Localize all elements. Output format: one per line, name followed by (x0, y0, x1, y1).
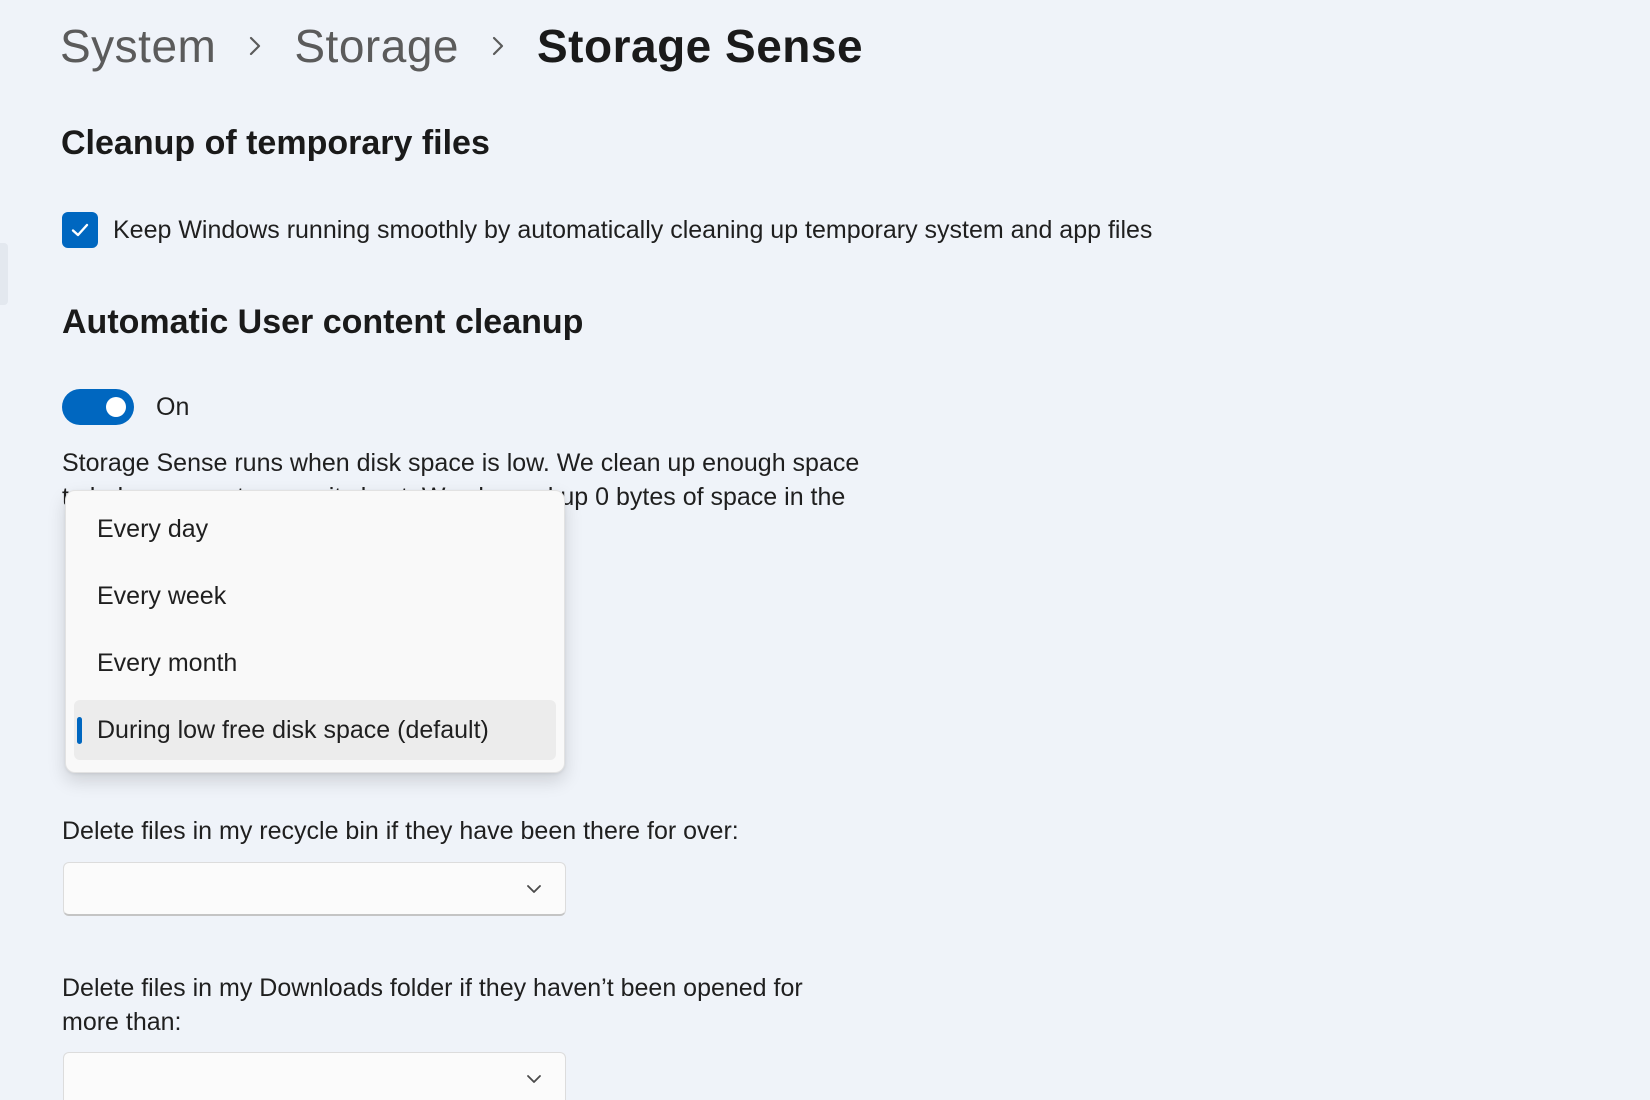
breadcrumb-system[interactable]: System (60, 19, 216, 73)
run-schedule-dropdown-list: Every day Every week Every month During … (65, 490, 565, 773)
dropdown-option-every-week[interactable]: Every week (74, 566, 556, 626)
page-title: Storage Sense (537, 20, 864, 72)
selection-indicator (77, 717, 82, 744)
dropdown-option-low-disk-space[interactable]: During low free disk space (default) (74, 700, 556, 760)
option-label: Every month (97, 648, 238, 677)
window-edge (0, 243, 8, 305)
user-content-heading: Automatic User content cleanup (62, 303, 584, 341)
downloads-dropdown[interactable] (63, 1052, 566, 1100)
downloads-label: Delete files in my Downloads folder if t… (62, 974, 803, 1036)
toggle-state-label: On (156, 392, 190, 421)
user-content-toggle[interactable] (62, 389, 134, 425)
temp-files-checkbox-row[interactable]: Keep Windows running smoothly by automat… (62, 212, 1152, 248)
storage-sense-page: System Storage Storage Sense Cleanup of … (0, 0, 1650, 1100)
recycle-bin-dropdown[interactable] (63, 862, 566, 916)
dropdown-option-every-day[interactable]: Every day (74, 499, 556, 559)
chevron-down-icon (527, 885, 541, 893)
checkmark-icon (71, 223, 89, 237)
option-label: Every day (97, 514, 209, 543)
chevron-right-icon (216, 35, 294, 57)
recycle-bin-label: Delete files in my recycle bin if they h… (62, 817, 739, 845)
option-label: During low free disk space (default) (97, 715, 489, 744)
chevron-right-icon (459, 35, 537, 57)
user-content-toggle-row: On (62, 389, 189, 425)
option-label: Every week (97, 581, 227, 610)
temp-files-checkbox-label: Keep Windows running smoothly by automat… (113, 215, 1153, 244)
breadcrumb-storage[interactable]: Storage (294, 19, 459, 73)
temp-files-heading: Cleanup of temporary files (61, 124, 490, 162)
breadcrumb: System Storage Storage Sense (60, 14, 863, 78)
temp-files-checkbox[interactable] (62, 212, 98, 248)
toggle-knob (106, 397, 126, 417)
chevron-down-icon (527, 1075, 541, 1083)
dropdown-option-every-month[interactable]: Every month (74, 633, 556, 693)
